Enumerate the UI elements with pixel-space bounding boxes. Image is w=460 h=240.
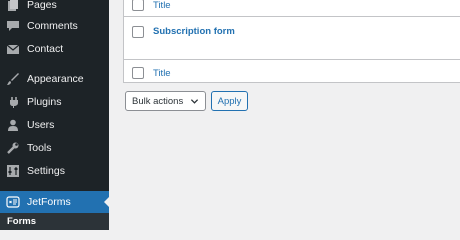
sidebar-item-label: JetForms [27, 196, 71, 208]
apply-button-label: Apply [217, 96, 242, 107]
column-title-header[interactable]: Title [153, 0, 171, 11]
apply-button[interactable]: Apply [211, 91, 248, 111]
bulk-actions-select[interactable]: Bulk actions [125, 91, 206, 111]
paintbrush-icon [7, 73, 19, 85]
sidebar-item-label: Appearance [27, 73, 84, 85]
submenu-heading: Forms [7, 216, 37, 227]
settings-icon [7, 165, 19, 177]
bulk-actions-label: Bulk actions [132, 96, 184, 107]
sidebar-item-pages[interactable]: Pages [0, 0, 109, 16]
submenu-forms[interactable]: Forms [0, 213, 109, 230]
admin-sidebar: Pages Comments Contact Appearance Plugin… [0, 0, 110, 230]
sidebar-item-appearance[interactable]: Appearance [0, 68, 109, 90]
column-title-footer[interactable]: Title [153, 68, 171, 79]
sidebar-item-label: Contact [27, 43, 64, 55]
sidebar-item-users[interactable]: Users [0, 114, 109, 136]
sidebar-item-label: Plugins [27, 96, 62, 108]
table-row: Subscription form [124, 17, 460, 59]
sidebar-item-comments[interactable]: Comments [0, 15, 109, 37]
jetforms-icon [6, 196, 20, 208]
select-all-checkbox-footer[interactable] [132, 67, 144, 79]
sidebar-item-tools[interactable]: Tools [0, 137, 109, 159]
user-icon [8, 119, 18, 131]
form-title-link[interactable]: Subscription form [153, 26, 235, 37]
pages-icon [8, 0, 18, 11]
forms-table: Title Subscription form Title [123, 0, 460, 83]
sidebar-item-label: Comments [27, 20, 78, 32]
table-footer-row: Title [124, 59, 460, 83]
comments-icon [7, 21, 19, 31]
chevron-down-icon [190, 99, 199, 104]
sidebar-item-settings[interactable]: Settings [0, 160, 109, 182]
row-checkbox[interactable] [132, 26, 144, 38]
envelope-icon [6, 44, 20, 54]
sidebar-item-label: Tools [27, 142, 52, 154]
sidebar-item-label: Pages [27, 0, 57, 11]
select-all-checkbox[interactable] [132, 0, 144, 11]
wrench-icon [7, 142, 19, 154]
table-header-row: Title [124, 0, 460, 17]
sidebar-item-label: Users [27, 119, 55, 131]
sidebar-item-label: Settings [27, 165, 65, 177]
active-menu-arrow [104, 196, 110, 208]
sidebar-item-jetforms[interactable]: JetForms [0, 191, 110, 213]
plugin-icon [10, 97, 18, 108]
sidebar-item-plugins[interactable]: Plugins [0, 91, 109, 113]
sidebar-item-contact[interactable]: Contact [0, 38, 109, 60]
